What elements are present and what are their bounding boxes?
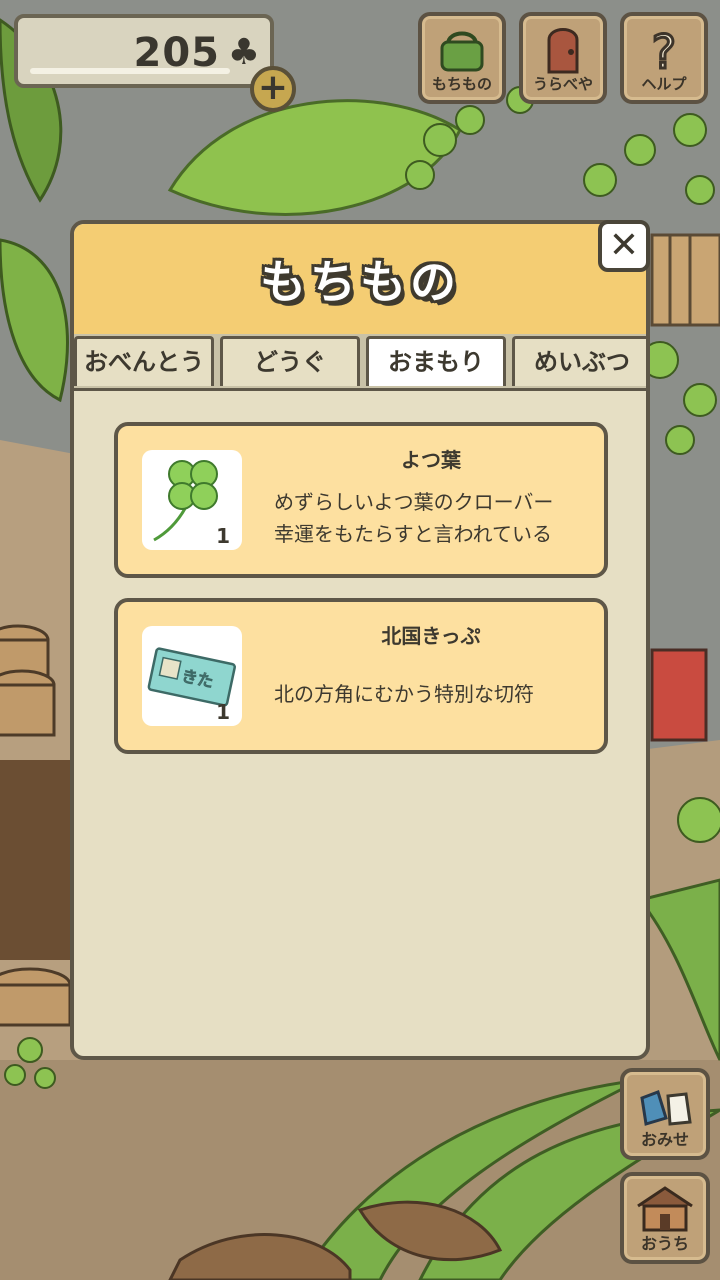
item-description-line2: 幸運をもたらすと言われている xyxy=(274,522,552,546)
item-card-four-leaf-clover[interactable]: 1 よつ葉 めずらしいよつ葉のクローバー 幸運をもたらすと言われている xyxy=(114,422,608,578)
shop-button[interactable]: おみせ xyxy=(620,1068,710,1160)
clover-icon: ♣ xyxy=(227,32,260,73)
item-description-line1: 北の方角にむかう特別な切符 xyxy=(274,682,534,706)
item-name: 北国きっぷ xyxy=(381,624,481,648)
item-thumbnail: 1 xyxy=(142,450,242,550)
tab-bar: おべんとう どうぐ おまもり めいぶつ xyxy=(74,334,646,391)
modal-title: もちもの xyxy=(260,255,460,309)
home-button-label: おうち xyxy=(640,1234,689,1253)
help-button[interactable]: ? ヘルプ xyxy=(620,12,708,104)
shop-bags-icon xyxy=(624,1078,706,1130)
close-button[interactable]: ✕ xyxy=(598,220,650,272)
house-icon xyxy=(624,1182,706,1234)
back-room-button-label: うらべや xyxy=(532,75,593,93)
svg-text:?: ? xyxy=(652,25,676,74)
clover-counter-bar xyxy=(30,68,230,74)
tab-charms[interactable]: おまもり xyxy=(366,336,506,386)
tab-souvenirs[interactable]: めいぶつ xyxy=(512,336,646,386)
door-icon xyxy=(523,22,603,74)
add-clover-button[interactable]: + xyxy=(250,66,296,112)
tab-bento[interactable]: おべんとう xyxy=(74,336,214,386)
item-quantity: 1 xyxy=(216,524,230,548)
shop-button-label: おみせ xyxy=(640,1130,689,1149)
inventory-button[interactable]: もちもの xyxy=(418,12,506,104)
home-button[interactable]: おうち xyxy=(620,1172,710,1264)
item-name: よつ葉 xyxy=(401,448,461,472)
inventory-button-label: もちもの xyxy=(431,75,492,93)
item-thumbnail: きた 1 xyxy=(142,626,242,726)
item-card-northern-ticket[interactable]: きた 1 北国きっぷ 北の方角にむかう特別な切符 xyxy=(114,598,608,754)
bag-icon xyxy=(422,22,502,74)
inventory-modal: もちもの おべんとう どうぐ おまもり めいぶつ 1 よつ葉 めずらしいよつ葉の… xyxy=(70,220,650,1060)
help-icon: ? xyxy=(624,22,704,81)
clover-counter: 205 ♣ xyxy=(14,14,274,88)
tab-tools[interactable]: どうぐ xyxy=(220,336,360,386)
back-room-button[interactable]: うらべや xyxy=(519,12,607,104)
help-button-label: ヘルプ xyxy=(641,75,687,93)
item-quantity: 1 xyxy=(216,700,230,724)
modal-header: もちもの xyxy=(74,224,646,337)
item-description-line1: めずらしいよつ葉のクローバー xyxy=(274,490,554,514)
